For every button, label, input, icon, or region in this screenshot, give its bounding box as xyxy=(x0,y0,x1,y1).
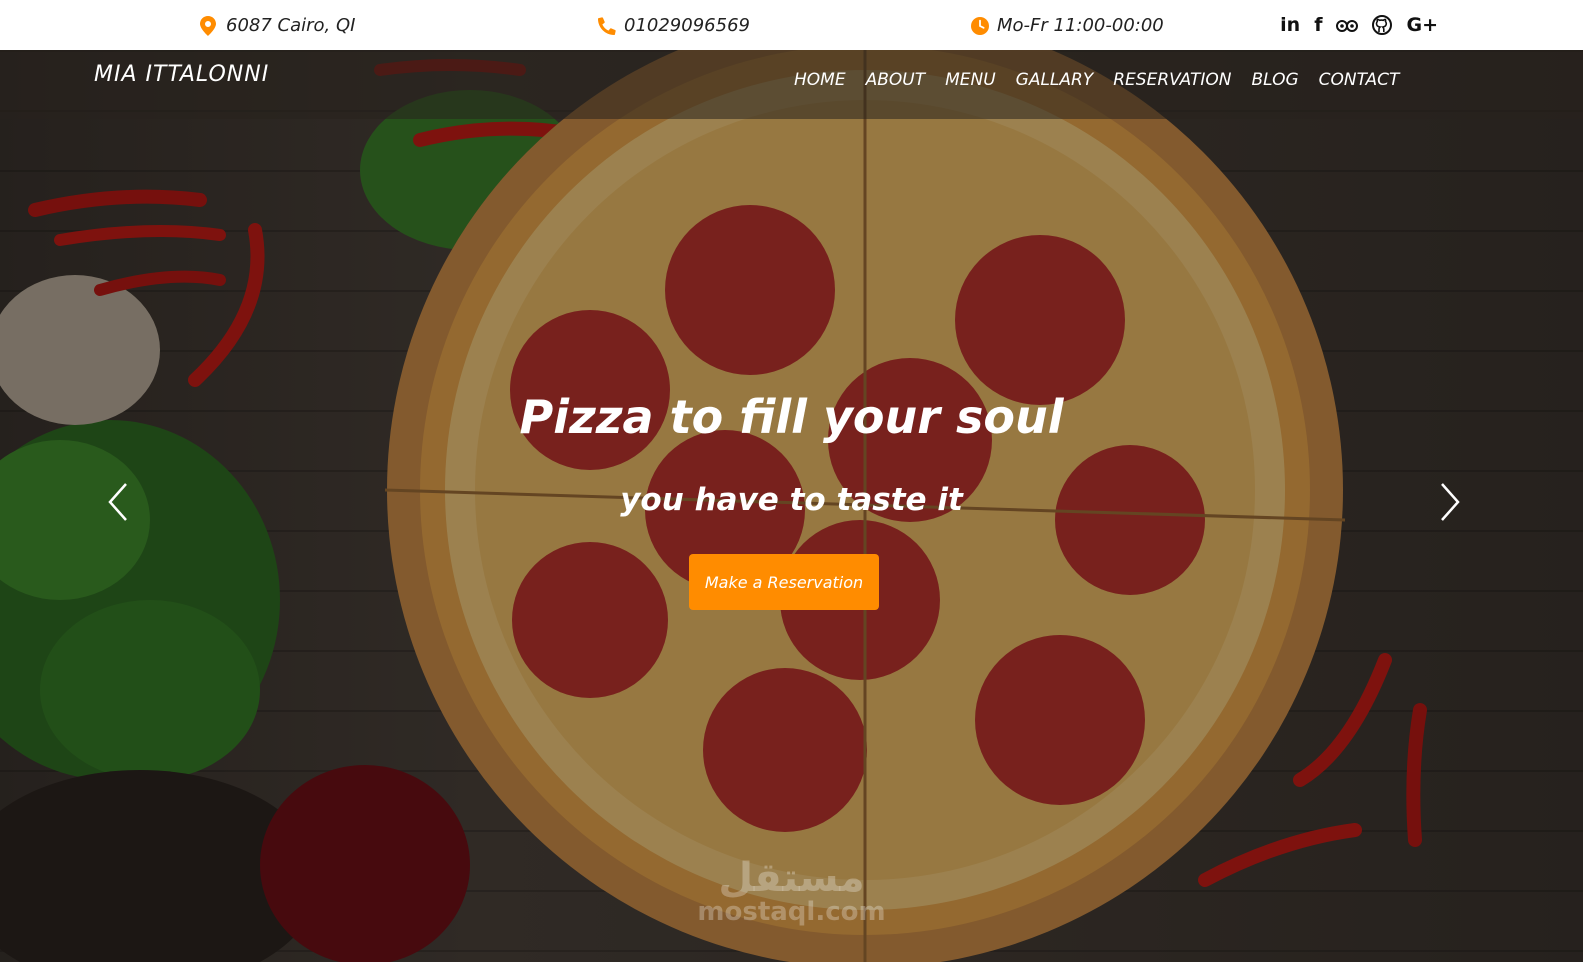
hours-text: Mo-Fr 11:00-00:00 xyxy=(997,14,1164,36)
nav-item-menu[interactable]: MENU xyxy=(945,70,996,90)
address-info: 6087 Cairo, QI xyxy=(200,0,355,50)
google-plus-icon[interactable]: G+ xyxy=(1406,14,1438,36)
map-pin-icon xyxy=(200,16,218,36)
github-icon[interactable] xyxy=(1372,15,1393,35)
watermark-arabic: مستقل xyxy=(718,855,865,901)
tripadvisor-icon[interactable] xyxy=(1336,18,1359,32)
nav-item-contact[interactable]: CONTACT xyxy=(1319,70,1400,90)
brand-logo[interactable]: MIA ITTALONNI xyxy=(94,62,269,87)
main-navbar: MIA ITTALONNI HOME ABOUT MENU GALLARY RE… xyxy=(0,50,1583,119)
facebook-icon[interactable]: f xyxy=(1314,14,1322,36)
chevron-right-icon xyxy=(1441,483,1460,521)
hours-info: Mo-Fr 11:00-00:00 xyxy=(971,0,1164,50)
chevron-left-icon xyxy=(108,483,127,521)
nav-item-gallery[interactable]: GALLARY xyxy=(1016,70,1094,90)
address-text: 6087 Cairo, QI xyxy=(226,14,356,36)
make-reservation-button[interactable]: Make a Reservation xyxy=(689,554,879,610)
social-links: in f G+ xyxy=(1280,0,1438,50)
phone-icon xyxy=(598,16,616,35)
nav-item-home[interactable]: HOME xyxy=(794,70,846,90)
carousel-prev-button[interactable] xyxy=(104,478,134,526)
top-info-bar: 6087 Cairo, QI 01029096569 Mo-Fr 11:00-0… xyxy=(0,0,1583,50)
hero-subtitle: you have to taste it xyxy=(620,482,963,518)
carousel-next-button[interactable] xyxy=(1434,478,1464,526)
phone-info: 01029096569 xyxy=(598,0,750,50)
hero-title: Pizza to fill your soul xyxy=(519,390,1064,444)
phone-text: 01029096569 xyxy=(624,14,750,36)
nav-item-blog[interactable]: BLOG xyxy=(1252,70,1299,90)
nav-menu: HOME ABOUT MENU GALLARY RESERVATION BLOG… xyxy=(794,70,1399,90)
nav-item-about[interactable]: ABOUT xyxy=(866,70,926,90)
watermark-latin: mostaql.com xyxy=(697,897,886,927)
watermark: مستقل mostaql.com xyxy=(0,855,1583,927)
nav-item-reservation[interactable]: RESERVATION xyxy=(1113,70,1231,90)
clock-icon xyxy=(971,16,989,35)
linkedin-icon[interactable]: in xyxy=(1280,14,1300,36)
